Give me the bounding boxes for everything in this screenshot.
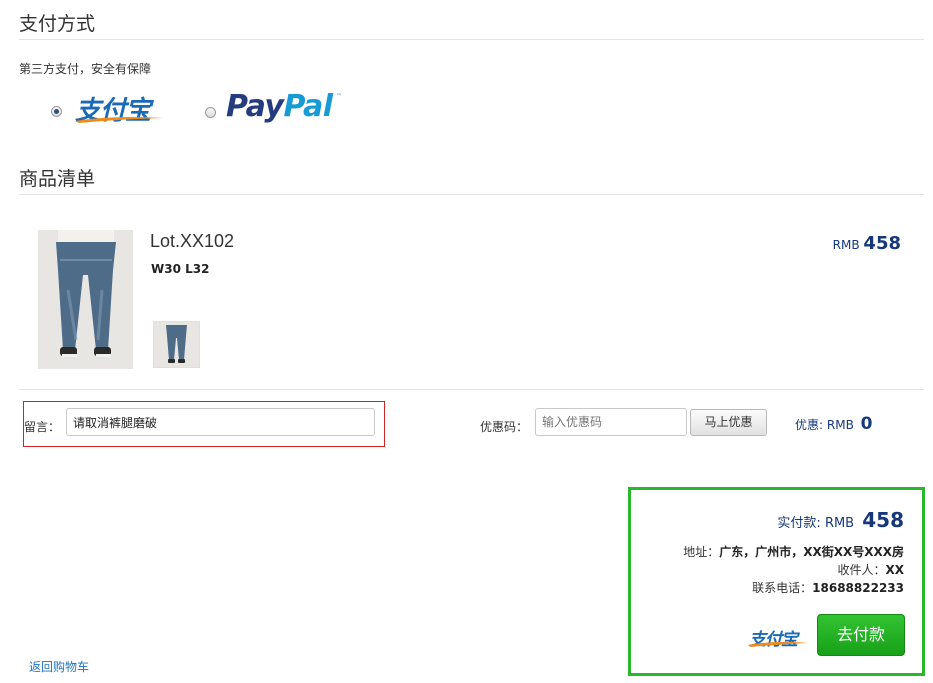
total-label: 实付款: (777, 516, 821, 531)
payment-note: 第三方支付，安全有保障 (19, 62, 152, 76)
total-currency: RMB (824, 516, 855, 531)
back-to-cart-link[interactable]: 返回购物车 (29, 658, 89, 675)
paypal-tm-mark: ™ (336, 93, 342, 100)
jeans-photo-icon (38, 230, 133, 369)
address-label: 地址： (683, 545, 720, 559)
product-name[interactable]: Lot.XX102 (150, 231, 234, 252)
pay-button[interactable]: 去付款 (817, 614, 905, 656)
item-price-value: 458 (863, 233, 901, 254)
receiver-line: 收件人：XX (837, 561, 904, 578)
receiver-label: 收件人： (837, 563, 886, 577)
address-value: 广东，广州市，XX街XX号XXX房 (719, 545, 904, 559)
note-input[interactable] (66, 408, 375, 436)
total-amount: 实付款: RMB 458 (777, 508, 904, 532)
apply-coupon-button[interactable]: 马上优惠 (690, 409, 767, 436)
paypal-logo[interactable]: PayPal ™ (226, 89, 342, 129)
receiver-value: XX (885, 563, 904, 577)
address-line: 地址：广东，广州市，XX街XX号XXX房 (683, 543, 904, 560)
phone-value: 18688822233 (812, 581, 904, 595)
item-price-currency: RMB (832, 238, 860, 252)
alipay-logo[interactable]: 支付宝 (71, 90, 171, 130)
alipay-small-swoosh-icon (748, 641, 809, 647)
product-thumbnail[interactable] (153, 321, 200, 368)
phone-label: 联系电话： (752, 581, 813, 595)
note-label: 留言： (24, 420, 61, 434)
coupon-input[interactable] (535, 408, 687, 436)
payment-section-title: 支付方式 (19, 13, 96, 35)
total-value: 458 (862, 508, 904, 532)
product-size: W30 L32 (151, 262, 210, 276)
items-divider (19, 389, 924, 390)
cart-divider (19, 194, 924, 195)
phone-line: 联系电话：18688822233 (752, 579, 904, 596)
coupon-label: 优惠码： (480, 420, 529, 434)
discount-currency: RMB (826, 418, 854, 432)
order-summary-box: 实付款: RMB 458 地址：广东，广州市，XX街XX号XXX房 收件人：XX… (628, 487, 925, 676)
cart-section-title: 商品清单 (19, 168, 96, 190)
alipay-radio[interactable] (51, 106, 62, 117)
jeans-thumbnail-icon (154, 322, 199, 367)
discount-value: 0 (860, 414, 873, 434)
alipay-small-logo: 支付宝 (747, 625, 813, 655)
item-price: RMB 458 (833, 233, 901, 254)
alipay-swoosh-icon (75, 117, 163, 123)
product-image[interactable] (38, 230, 133, 369)
discount-display: 优惠: RMB 0 (795, 414, 872, 434)
payment-divider (19, 39, 924, 40)
paypal-logo-text: PayPal (226, 89, 333, 124)
paypal-radio[interactable] (205, 107, 216, 118)
discount-label: 优惠: (795, 418, 824, 432)
